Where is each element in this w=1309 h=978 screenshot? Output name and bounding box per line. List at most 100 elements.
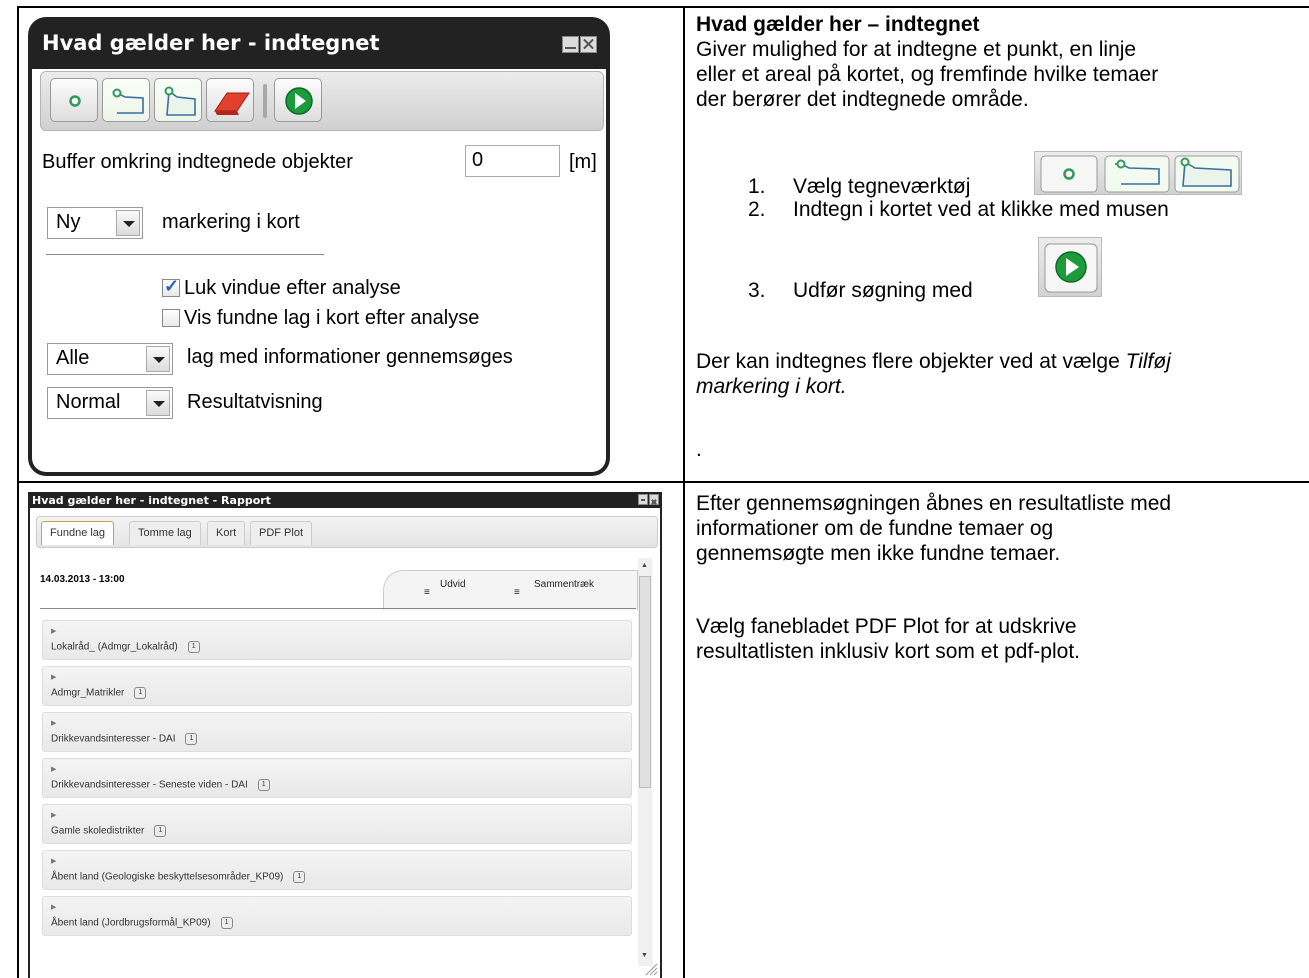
chevron-down-icon[interactable] — [146, 346, 170, 372]
close-icon[interactable] — [580, 36, 597, 53]
result-row-label: Åbent land (Jordbrugsformål_KP09) 1 — [51, 917, 233, 929]
divider — [46, 254, 324, 255]
result-row[interactable]: ▶ Gamle skoledistrikter 1 — [42, 804, 632, 844]
result-row-label: Lokalråd_ (Admgr_Lokalråd) 1 — [51, 641, 200, 653]
result-view-label: Resultatvisning — [187, 391, 323, 413]
expand-arrow-icon[interactable]: ▶ — [51, 627, 56, 635]
draw-toolbar — [40, 71, 604, 131]
step-1-text: Vælg tegneværktøj — [793, 175, 971, 198]
expand-arrow-icon[interactable]: ▶ — [51, 857, 56, 865]
point-icon — [69, 95, 81, 107]
show-layers-label: Vis fundne lag i kort efter analyse — [184, 307, 480, 329]
area-tool-button[interactable] — [154, 78, 202, 122]
result-row-label: Drikkevandsinteresser - DAI 1 — [51, 733, 198, 745]
step-1-number: 1. — [748, 175, 766, 198]
expand-button[interactable]: Udvid — [440, 579, 466, 590]
chevron-down-icon[interactable] — [116, 210, 140, 236]
toolbar-separator — [263, 84, 267, 118]
tab-kort[interactable]: Kort — [207, 521, 246, 545]
result-para-line-1: Efter gennemsøgningen åbnes en resultatl… — [696, 492, 1172, 515]
result-row[interactable]: ▶ Drikkevandsinteresser - Seneste viden … — [42, 758, 632, 798]
result-para-line-2: informationer om de fundne temaer og — [696, 517, 1054, 540]
result-para-line-3: gennemsøgte men ikke fundne temaer. — [696, 542, 1061, 565]
result-row[interactable]: ▶ Åbent land (Geologiske beskyttelsesomr… — [42, 850, 632, 890]
window-controls — [638, 494, 659, 505]
expand-arrow-icon[interactable]: ▶ — [51, 903, 56, 911]
result-row-label: Admgr_Matrikler 1 — [51, 687, 147, 699]
scrollbar-thumb[interactable] — [639, 576, 651, 788]
polygon-icon — [164, 86, 196, 116]
count-badge: 1 — [220, 917, 233, 929]
note-line-1: Der kan indtegnes flere objekter ved at … — [696, 350, 1171, 373]
expand-arrow-icon[interactable]: ▶ — [51, 673, 56, 681]
collapse-button[interactable]: Sammentræk — [534, 579, 594, 590]
scroll-down-icon[interactable]: ▼ — [641, 952, 648, 959]
resize-grip-icon[interactable] — [644, 962, 658, 976]
run-search-illustration — [1038, 237, 1102, 297]
step-3-number: 3. — [748, 279, 766, 302]
trailing-dot: . — [696, 438, 702, 461]
tab-tomme-lag[interactable]: Tomme lag — [129, 521, 201, 545]
checkmark-icon: ✓ — [164, 276, 180, 296]
results-scrollbar[interactable]: ▲ ▼ — [638, 558, 652, 966]
play-icon — [285, 87, 313, 115]
dialog-body: Buffer omkring indtegnede objekter 0 [m]… — [32, 69, 606, 472]
report-tabs: Fundne lag Tomme lag Kort PDF Plot — [36, 516, 658, 548]
expand-arrow-icon[interactable]: ▶ — [51, 811, 56, 819]
expand-icon: ≡ — [424, 587, 430, 598]
intro-line-2: eller et areal på kortet, og fremfinde h… — [696, 63, 1159, 86]
result-view-select[interactable]: Normal — [47, 387, 173, 419]
selection-mode-value: Ny — [56, 211, 81, 233]
dialog-title: Hvad gælder her - indtegnet — [42, 31, 380, 55]
tab-pdf-plot[interactable]: PDF Plot — [250, 521, 313, 545]
show-layers-checkbox[interactable] — [162, 309, 180, 327]
result-row-label: Drikkevandsinteresser - Seneste viden - … — [51, 779, 270, 791]
line-tool-button[interactable] — [102, 78, 150, 122]
close-after-checkbox[interactable]: ✓ — [162, 276, 180, 297]
result-row[interactable]: ▶ Drikkevandsinteresser - DAI 1 — [42, 712, 632, 752]
layers-value: Alle — [56, 347, 90, 369]
eraser-tool-button[interactable] — [206, 78, 254, 122]
layers-label: lag med informationer gennemsøges — [187, 346, 513, 368]
count-badge: 1 — [154, 825, 167, 837]
header-divider — [40, 608, 636, 609]
close-icon[interactable] — [649, 494, 659, 505]
pdf-para-line-1: Vælg fanebladet PDF Plot for at udskrive — [696, 615, 1077, 638]
draw-tools-icon — [1040, 155, 1240, 193]
minimize-icon[interactable] — [562, 36, 579, 53]
dialog-titlebar: Hvad gælder her - indtegnet — [32, 17, 606, 69]
layers-select[interactable]: Alle — [47, 343, 173, 375]
intro-line-1: Giver mulighed for at indtegne et punkt,… — [696, 38, 1137, 61]
scroll-up-icon[interactable]: ▲ — [641, 562, 648, 569]
table-border-center — [683, 6, 685, 978]
play-icon — [1044, 243, 1098, 293]
result-row[interactable]: ▶ Lokalråd_ (Admgr_Lokalråd) 1 — [42, 620, 632, 660]
chevron-down-icon[interactable] — [146, 390, 170, 416]
minimize-icon[interactable] — [638, 494, 648, 505]
buffer-label: Buffer omkring indtegnede objekter — [42, 151, 353, 173]
intro-line-3: der berører det indtegnede område. — [696, 88, 1029, 111]
report-actions: ≡ Udvid ≡ Sammentræk — [383, 570, 638, 610]
point-tool-button[interactable] — [50, 78, 98, 122]
line-icon — [112, 88, 144, 114]
count-badge: 1 — [187, 641, 200, 653]
result-row[interactable]: ▶ Åbent land (Jordbrugsformål_KP09) 1 — [42, 896, 632, 936]
collapse-icon: ≡ — [514, 587, 520, 598]
section-heading: Hvad gælder her – indtegnet — [696, 13, 980, 36]
tab-fundne-lag[interactable]: Fundne lag — [41, 521, 115, 545]
step-3-text: Udfør søgning med — [793, 279, 973, 302]
draw-dialog: Hvad gælder her - indtegnet Buffer omkri… — [28, 17, 610, 476]
eraser-icon — [214, 92, 250, 115]
buffer-input[interactable]: 0 — [465, 145, 560, 177]
selection-mode-select[interactable]: Ny — [47, 207, 143, 239]
expand-arrow-icon[interactable]: ▶ — [51, 765, 56, 773]
result-row[interactable]: ▶ Admgr_Matrikler 1 — [42, 666, 632, 706]
step-2-text: Indtegn i kortet ved at klikke med musen — [793, 198, 1169, 221]
report-title: Hvad gælder her - indtegnet - Rapport — [32, 494, 271, 507]
draw-tools-illustration — [1034, 151, 1242, 195]
run-search-button[interactable] — [274, 78, 322, 122]
count-badge: 1 — [293, 871, 306, 883]
expand-arrow-icon[interactable]: ▶ — [51, 719, 56, 727]
table-border-left — [17, 6, 19, 978]
window-controls — [562, 36, 597, 53]
